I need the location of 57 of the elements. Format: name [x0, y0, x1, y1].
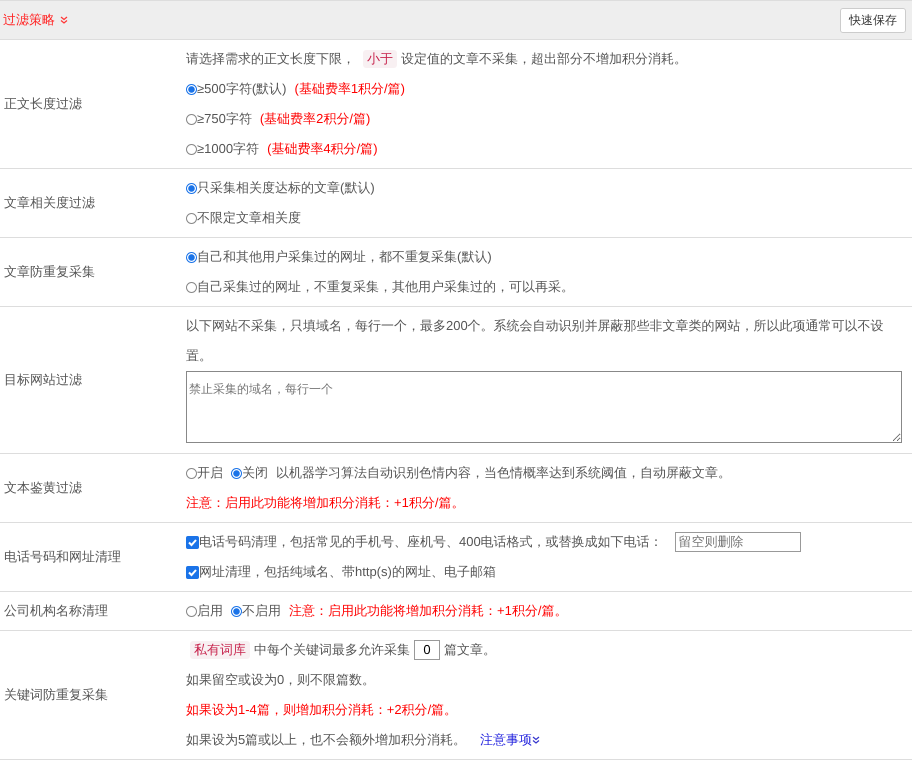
warning-text: (基础费率1积分/篇): [294, 80, 405, 98]
setting-label: 文章防重复采集: [3, 263, 96, 281]
radio-button[interactable]: [186, 144, 197, 154]
radio-label[interactable]: ≥500字符(默认): [197, 74, 286, 104]
setting-label: 电话号码和网址清理: [3, 548, 122, 566]
radio-button[interactable]: [231, 468, 242, 478]
radio-button[interactable]: [186, 468, 197, 478]
setting-label: 公司机构名称清理: [3, 602, 109, 620]
phone-input-field[interactable]: 留空则删除: [674, 532, 801, 552]
checkbox[interactable]: [186, 566, 199, 578]
description-text: 以机器学习算法自动识别色情内容，当色情概率达到系统阈值，自动屏蔽文章。: [276, 464, 731, 482]
keyword-tag: 小于: [363, 50, 397, 68]
radio-label[interactable]: ≥1000字符: [197, 134, 260, 164]
double-chevron-icon: [60, 16, 68, 24]
domain-textarea[interactable]: 禁止采集的域名，每行一个: [186, 371, 902, 443]
radio-button[interactable]: [186, 84, 197, 94]
radio-button[interactable]: [186, 182, 197, 194]
setting-label: 关键词防重复采集: [3, 686, 109, 704]
description-text: 请选择需求的正文长度下限，: [186, 50, 355, 68]
warning-text: (基础费率4积分/篇): [267, 140, 378, 158]
keyword-tag: 私有词库: [190, 641, 250, 659]
warning-text: 注意：启用此功能将增加积分消耗：+1积分/篇。: [289, 602, 568, 620]
warning-text: 如果设为1-4篇，则增加积分消耗：+2积分/篇。: [186, 701, 458, 719]
radio-button[interactable]: [231, 606, 242, 616]
double-chevron-icon: [532, 736, 540, 744]
setting-label: 目标网站过滤: [3, 371, 83, 389]
radio-label[interactable]: 关闭: [242, 458, 268, 488]
checkbox-label[interactable]: 网址清理，包括纯域名、带http(s)的网址、电子邮箱: [199, 557, 496, 587]
count-input-field[interactable]: 0: [414, 640, 440, 660]
warning-text: 注意：启用此功能将增加积分消耗：+1积分/篇。: [186, 494, 464, 512]
setting-label: 正文长度过滤: [3, 95, 83, 113]
radio-label[interactable]: 不启用: [242, 596, 281, 626]
radio-label[interactable]: 不限定文章相关度: [197, 203, 301, 233]
checkbox-label[interactable]: 电话号码清理，包括常见的手机号、座机号、400电话格式，或替换成如下电话：: [199, 527, 663, 557]
radio-label[interactable]: ≥750字符: [197, 104, 252, 134]
radio-button[interactable]: [186, 282, 197, 292]
description-text: 中每个关键词最多允许采集: [254, 641, 410, 659]
radio-button[interactable]: [186, 212, 197, 224]
description-text: 设定值的文章不采集，超出部分不增加积分消耗。: [401, 50, 687, 68]
description-text: 如果设为5篇或以上，也不会额外增加积分消耗。: [186, 731, 466, 749]
radio-button[interactable]: [186, 252, 197, 262]
description-text: 篇文章。: [444, 641, 496, 659]
radio-label[interactable]: 开启: [197, 458, 223, 488]
radio-button[interactable]: [186, 606, 197, 616]
radio-button[interactable]: [186, 114, 197, 124]
radio-label[interactable]: 自己采集过的网址，不重复采集，其他用户采集过的，可以再采。: [197, 272, 574, 302]
checkbox[interactable]: [186, 536, 199, 548]
radio-label[interactable]: 自己和其他用户采集过的网址，都不重复采集(默认): [197, 242, 492, 272]
warning-text: (基础费率2积分/篇): [260, 110, 370, 128]
description-text: 如果留空或设为0，则不限篇数。: [186, 671, 376, 689]
quick-save-button[interactable]: 快速保存: [840, 8, 906, 32]
notes-link[interactable]: 注意事项: [480, 725, 540, 755]
description-text: 以下网站不采集，只填域名，每行一个，最多200个。系统会自动识别并屏蔽那些非文章类的网站，所以此项通常可以不设置。: [186, 317, 885, 365]
setting-label: 文本鉴黄过滤: [3, 479, 83, 497]
radio-label[interactable]: 只采集相关度达标的文章(默认): [197, 173, 375, 203]
radio-label[interactable]: 启用: [197, 596, 223, 626]
setting-label: 文章相关度过滤: [3, 194, 96, 212]
